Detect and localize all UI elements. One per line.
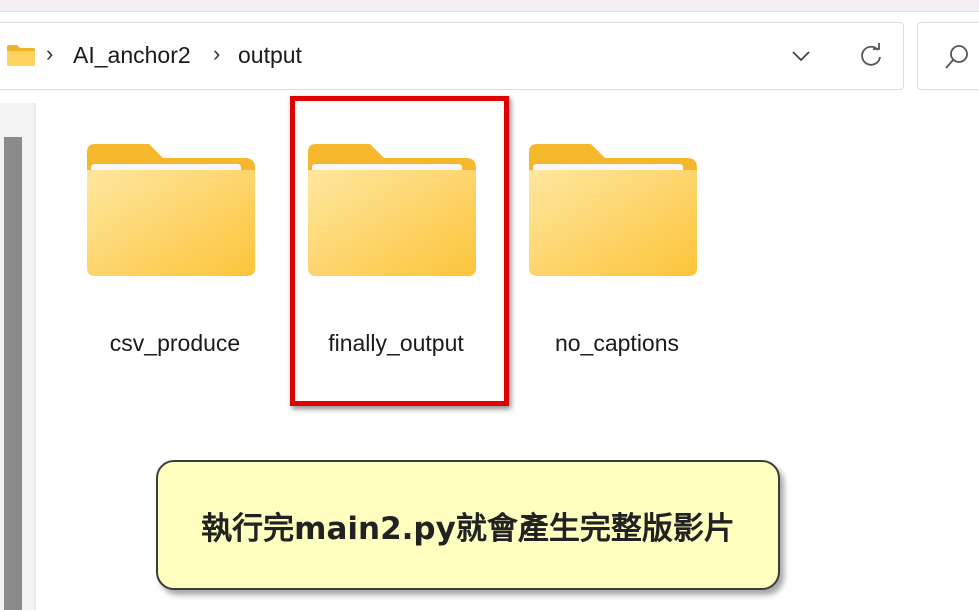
annotation-callout: 執行完main2.py就會產生完整版影片 bbox=[156, 460, 780, 590]
window-title-strip bbox=[0, 0, 979, 12]
folder-item-csv-produce[interactable]: csv_produce bbox=[85, 134, 265, 364]
pane-divider bbox=[34, 103, 36, 610]
folder-label: no_captions bbox=[554, 330, 680, 356]
navigation-scrollbar[interactable] bbox=[4, 137, 22, 610]
refresh-icon[interactable] bbox=[858, 43, 884, 74]
chevron-down-icon[interactable] bbox=[789, 44, 813, 73]
folder-item-no-captions[interactable]: no_captions bbox=[527, 134, 707, 364]
folder-label: csv_produce bbox=[109, 330, 241, 356]
annotation-text: 執行完main2.py就會產生完整版影片 bbox=[201, 510, 735, 547]
folder-icon bbox=[529, 144, 697, 276]
breadcrumb-separator: › bbox=[46, 41, 54, 66]
search-icon bbox=[944, 44, 970, 75]
highlight-box bbox=[290, 96, 509, 406]
breadcrumb-ai-anchor2[interactable]: AI_anchor2 bbox=[73, 42, 191, 69]
folder-icon bbox=[87, 144, 255, 276]
breadcrumb-output[interactable]: output bbox=[238, 42, 302, 69]
breadcrumb-separator: › bbox=[213, 41, 221, 66]
folder-icon bbox=[6, 43, 36, 72]
